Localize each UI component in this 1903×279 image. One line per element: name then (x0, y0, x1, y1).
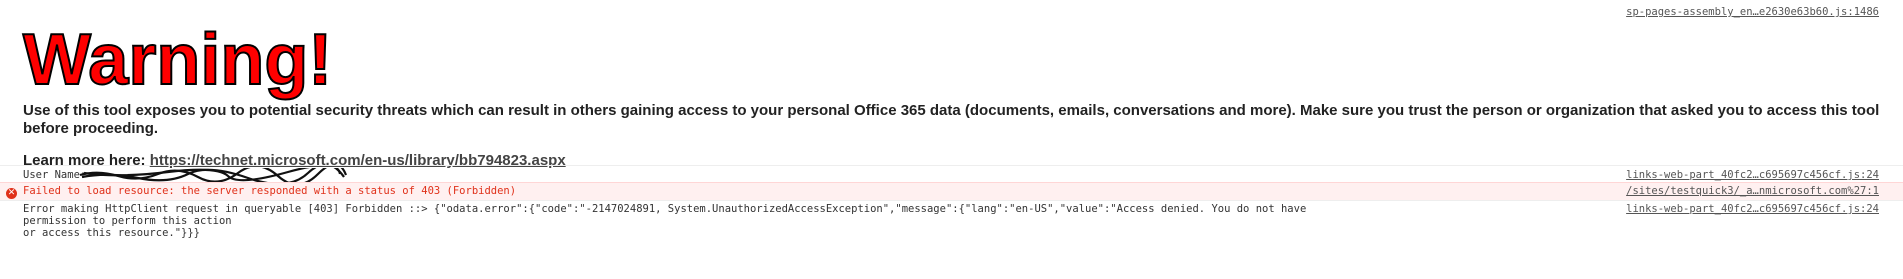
console-source-link[interactable]: /sites/testquick3/_a…nmicrosoft.com%27:1 (1626, 185, 1879, 197)
warning-panel: Warning! Use of this tool exposes you to… (22, 19, 1883, 169)
console-source-link[interactable]: links-web-part_40fc2…c695697c456cf.js:24 (1626, 169, 1879, 181)
console-row-httpclient: Error making HttpClient request in query… (0, 200, 1903, 239)
console-source-link[interactable]: links-web-part_40fc2…c695697c456cf.js:24 (1626, 203, 1879, 215)
top-source-link[interactable]: sp-pages-assembly_en…e2630e63b60.js:1486 (1626, 6, 1879, 18)
warning-text: Use of this tool exposes you to potentia… (23, 102, 1880, 137)
warning-title: Warning! (22, 19, 333, 101)
error-circle-icon: ✕ (6, 188, 17, 199)
console-row-text: Error making HttpClient request in query… (23, 203, 1307, 239)
console-row-text: Failed to load resource: the server resp… (23, 185, 517, 197)
redacted-scribble (79, 168, 348, 182)
console-row-error: ✕ Failed to load resource: the server re… (0, 182, 1903, 201)
